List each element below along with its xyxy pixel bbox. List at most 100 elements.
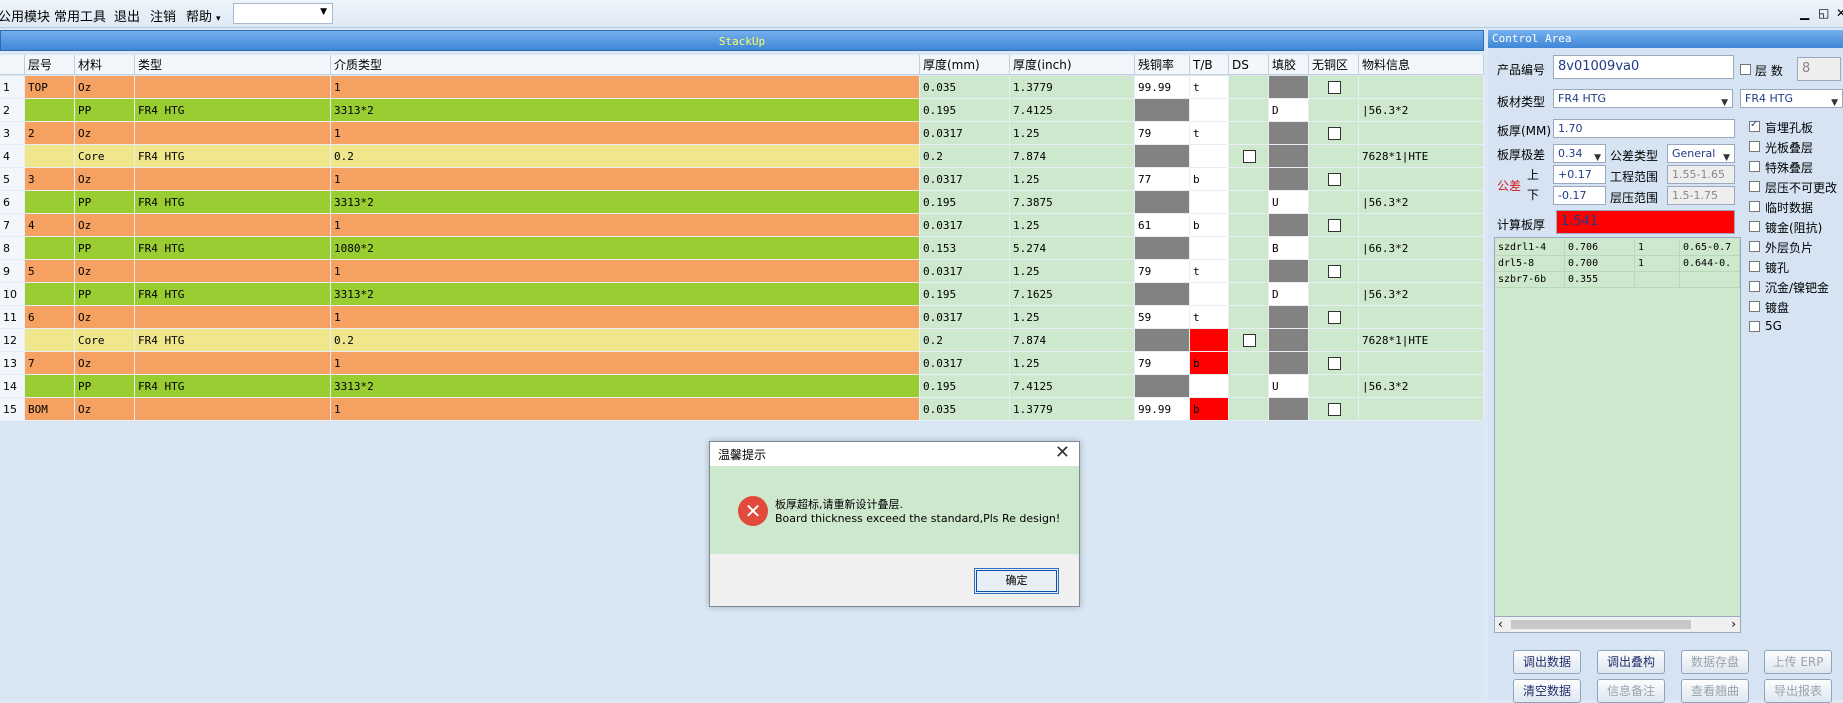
material-cell[interactable]: Oz: [75, 168, 135, 191]
material-info-cell[interactable]: |56.3*2: [1359, 99, 1484, 122]
material-info-cell[interactable]: [1359, 352, 1484, 375]
dielectric-cell[interactable]: 1: [331, 306, 920, 329]
ds-cell[interactable]: [1229, 306, 1269, 329]
thickness-mm-cell[interactable]: 0.0317: [920, 214, 1010, 237]
material-cell[interactable]: Oz: [75, 398, 135, 421]
layer-cell[interactable]: BOM: [25, 398, 75, 421]
ds-cell[interactable]: [1229, 99, 1269, 122]
menu-logout[interactable]: 注销: [150, 6, 176, 25]
ds-cell[interactable]: [1229, 76, 1269, 99]
no-copper-checkbox[interactable]: [1327, 265, 1341, 278]
material-cell[interactable]: Core: [75, 329, 135, 352]
subgrid-row[interactable]: szdrl1-4 0.706 1 0.65-0.7: [1495, 240, 1740, 256]
tb-cell[interactable]: [1190, 99, 1229, 122]
thickness-mm-cell[interactable]: 0.0317: [920, 122, 1010, 145]
table-row[interactable]: 14 PP FR4 HTG 3313*2 0.195 7.4125 U |56.3*2: [0, 375, 1484, 398]
thickness-inch-cell[interactable]: 7.4125: [1010, 375, 1135, 398]
layer-cell[interactable]: [25, 375, 75, 398]
layers-checkbox[interactable]: [1740, 64, 1751, 75]
scroll-right-icon[interactable]: ›: [1731, 617, 1736, 631]
copper-rate-cell[interactable]: [1135, 283, 1190, 306]
fill-cell[interactable]: [1269, 145, 1309, 168]
table-row[interactable]: 11 6 Oz 1 0.0317 1.25 59 t: [0, 306, 1484, 329]
no-copper-checkbox[interactable]: [1327, 173, 1341, 186]
column-header[interactable]: 介质类型: [331, 55, 920, 75]
info-note-button[interactable]: 信息备注: [1597, 679, 1665, 703]
thickness-mm-cell[interactable]: 0.0317: [920, 306, 1010, 329]
ds-cell[interactable]: [1229, 237, 1269, 260]
no-copper-cell[interactable]: [1309, 283, 1359, 306]
column-header[interactable]: T/B: [1190, 55, 1229, 75]
no-copper-cell[interactable]: [1309, 329, 1359, 352]
tb-cell[interactable]: [1190, 375, 1229, 398]
no-copper-cell[interactable]: [1309, 237, 1359, 260]
upper-tolerance-input[interactable]: +0.17: [1553, 165, 1606, 184]
option-checkbox[interactable]: [1749, 261, 1760, 272]
thickness-mm-cell[interactable]: 0.0317: [920, 168, 1010, 191]
thickness-inch-cell[interactable]: 7.4125: [1010, 99, 1135, 122]
type-cell[interactable]: FR4 HTG: [135, 191, 331, 214]
type-cell[interactable]: [135, 398, 331, 421]
layer-cell[interactable]: TOP: [25, 76, 75, 99]
thickness-inch-cell[interactable]: 1.25: [1010, 168, 1135, 191]
thickness-inch-cell[interactable]: 7.874: [1010, 145, 1135, 168]
thickness-mm-cell[interactable]: 0.195: [920, 375, 1010, 398]
subgrid-row[interactable]: szbr7-6b 0.355: [1495, 272, 1740, 288]
material-info-cell[interactable]: 7628*1|HTE: [1359, 329, 1484, 352]
table-row[interactable]: 8 PP FR4 HTG 1080*2 0.153 5.274 B |66.3*2: [0, 237, 1484, 260]
type-cell[interactable]: [135, 260, 331, 283]
dielectric-cell[interactable]: 1: [331, 214, 920, 237]
thickness-inch-cell[interactable]: 1.25: [1010, 306, 1135, 329]
material-info-cell[interactable]: [1359, 122, 1484, 145]
no-copper-checkbox[interactable]: [1327, 357, 1341, 370]
dielectric-cell[interactable]: 0.2: [331, 145, 920, 168]
dielectric-cell[interactable]: 1: [331, 352, 920, 375]
fill-cell[interactable]: [1269, 306, 1309, 329]
no-copper-cell[interactable]: [1309, 352, 1359, 375]
fill-cell[interactable]: [1269, 168, 1309, 191]
copper-rate-cell[interactable]: [1135, 375, 1190, 398]
thickness-inch-cell[interactable]: 5.274: [1010, 237, 1135, 260]
table-row[interactable]: 12 Core FR4 HTG 0.2 0.2 7.874 7628*1|HTE: [0, 329, 1484, 352]
layer-cell[interactable]: [25, 329, 75, 352]
column-header[interactable]: 无铜区: [1309, 55, 1359, 75]
no-copper-cell[interactable]: [1309, 191, 1359, 214]
no-copper-cell[interactable]: [1309, 214, 1359, 237]
fill-cell[interactable]: U: [1269, 191, 1309, 214]
no-copper-checkbox[interactable]: [1327, 127, 1341, 140]
fill-cell[interactable]: D: [1269, 283, 1309, 306]
no-copper-cell[interactable]: [1309, 375, 1359, 398]
ds-cell[interactable]: [1229, 375, 1269, 398]
material-info-cell[interactable]: [1359, 398, 1484, 421]
thickness-tolerance-select[interactable]: 0.34 ▼: [1553, 144, 1606, 163]
option-checkbox[interactable]: [1749, 119, 1760, 132]
board-type-select[interactable]: FR4 HTG ▼: [1553, 89, 1733, 108]
copper-rate-cell[interactable]: [1135, 99, 1190, 122]
material-info-cell[interactable]: |66.3*2: [1359, 237, 1484, 260]
dielectric-cell[interactable]: 1: [331, 122, 920, 145]
material-cell[interactable]: Oz: [75, 214, 135, 237]
material-cell[interactable]: PP: [75, 375, 135, 398]
material-cell[interactable]: Oz: [75, 260, 135, 283]
copper-rate-cell[interactable]: [1135, 145, 1190, 168]
thickness-mm-cell[interactable]: 0.2: [920, 329, 1010, 352]
ds-cell[interactable]: [1229, 122, 1269, 145]
material-info-cell[interactable]: 7628*1|HTE: [1359, 145, 1484, 168]
no-copper-cell[interactable]: [1309, 306, 1359, 329]
ds-cell[interactable]: [1229, 329, 1269, 352]
thickness-inch-cell[interactable]: 7.874: [1010, 329, 1135, 352]
copper-rate-cell[interactable]: 59: [1135, 306, 1190, 329]
thickness-input[interactable]: 1.70: [1553, 119, 1735, 138]
material-cell[interactable]: Oz: [75, 352, 135, 375]
no-copper-cell[interactable]: [1309, 398, 1359, 421]
option-checkbox[interactable]: [1749, 181, 1760, 192]
fill-cell[interactable]: U: [1269, 375, 1309, 398]
tb-cell[interactable]: t: [1190, 122, 1229, 145]
menu-common-tools[interactable]: 常用工具: [54, 6, 106, 25]
load-stack-button[interactable]: 调出叠构: [1597, 650, 1665, 674]
option-checkbox[interactable]: [1749, 141, 1760, 152]
no-copper-cell[interactable]: [1309, 99, 1359, 122]
material-cell[interactable]: PP: [75, 237, 135, 260]
tb-cell[interactable]: b: [1190, 398, 1229, 421]
layer-cell[interactable]: 6: [25, 306, 75, 329]
